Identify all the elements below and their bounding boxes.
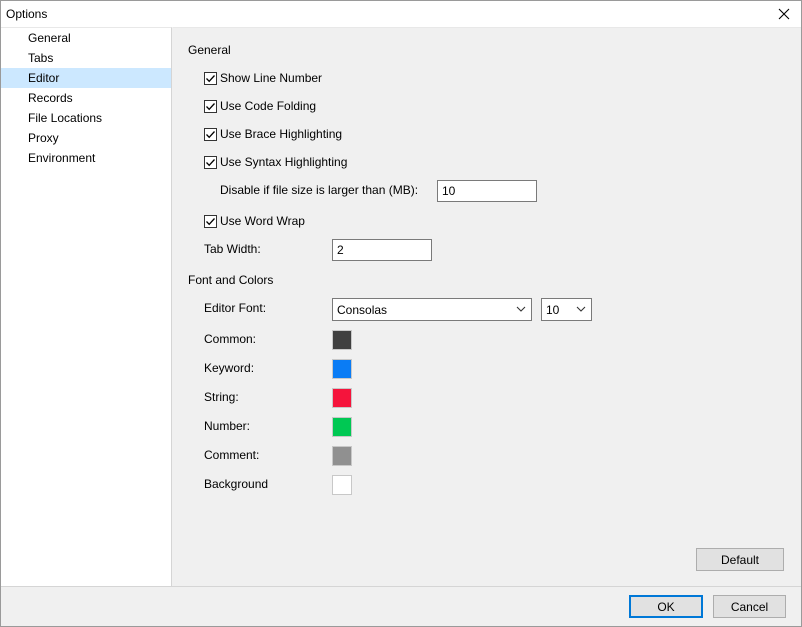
tab-width-field[interactable] — [332, 239, 432, 261]
comment-color-label: Comment: — [204, 448, 260, 462]
close-icon — [778, 8, 790, 20]
disable-size-label: Disable if file size is larger than (MB)… — [220, 183, 419, 197]
use-word-wrap-checkbox[interactable]: Use Word Wrap — [204, 214, 305, 228]
checkbox-box — [204, 155, 217, 169]
use-code-folding-checkbox[interactable]: Use Code Folding — [204, 99, 316, 113]
sidebar-item-label: Tabs — [28, 51, 54, 65]
disable-size-field[interactable] — [437, 180, 537, 202]
sidebar-item-proxy[interactable]: Proxy — [1, 128, 171, 148]
keyword-color-label: Keyword: — [204, 361, 255, 375]
font-size-select[interactable]: 10 — [541, 298, 592, 321]
check-icon — [206, 130, 215, 138]
keyword-color-swatch[interactable] — [332, 359, 352, 379]
options-window: Options General Tabs Editor Records File… — [0, 0, 802, 627]
sidebar-item-editor[interactable]: Editor — [1, 68, 171, 88]
background-color-swatch[interactable] — [332, 475, 352, 495]
string-color-swatch[interactable] — [332, 388, 352, 408]
check-icon — [206, 158, 215, 166]
common-color-label: Common: — [204, 332, 257, 346]
string-color-label: String: — [204, 390, 239, 404]
sidebar-item-general[interactable]: General — [1, 28, 171, 48]
font-size-value: 10 — [546, 302, 560, 317]
chevron-down-icon — [576, 306, 586, 312]
checkbox-label: Show Line Number — [220, 71, 323, 85]
sidebar-item-label: Editor — [28, 71, 60, 85]
window-title: Options — [6, 7, 48, 21]
sidebar-item-environment[interactable]: Environment — [1, 148, 171, 168]
sidebar: General Tabs Editor Records File Locatio… — [1, 27, 172, 586]
close-button[interactable] — [767, 1, 801, 27]
checkbox-label: Use Word Wrap — [220, 214, 305, 228]
default-button[interactable]: Default — [696, 548, 784, 571]
font-colors-heading: Font and Colors — [188, 273, 274, 287]
number-color-swatch[interactable] — [332, 417, 352, 437]
ok-button-label: OK — [657, 599, 675, 614]
check-icon — [206, 74, 215, 82]
check-icon — [206, 102, 215, 110]
number-color-label: Number: — [204, 419, 251, 433]
editor-font-value: Consolas — [337, 302, 388, 317]
default-button-label: Default — [720, 552, 760, 567]
sidebar-item-label: Proxy — [28, 131, 59, 145]
sidebar-item-tabs[interactable]: Tabs — [1, 48, 171, 68]
dialog-footer: OK Cancel — [1, 586, 801, 626]
sidebar-item-label: Records — [28, 91, 73, 105]
checkbox-box — [204, 71, 217, 85]
checkbox-label: Use Syntax Highlighting — [220, 155, 348, 169]
show-line-number-checkbox[interactable]: Show Line Number — [204, 71, 322, 85]
sidebar-item-label: General — [28, 31, 71, 45]
sidebar-item-label: File Locations — [28, 111, 103, 125]
checkbox-box — [204, 214, 217, 228]
sidebar-item-label: Environment — [28, 151, 96, 165]
check-icon — [206, 217, 215, 225]
editor-font-select[interactable]: Consolas — [332, 298, 532, 321]
cancel-button-label: Cancel — [730, 599, 769, 614]
checkbox-label: Use Brace Highlighting — [220, 127, 343, 141]
editor-settings-panel: General Show Line Number Use Code Foldin… — [173, 27, 801, 586]
checkbox-box — [204, 99, 217, 113]
sidebar-item-file-locations[interactable]: File Locations — [1, 108, 171, 128]
background-color-label: Background — [204, 477, 269, 491]
general-heading: General — [188, 43, 231, 57]
editor-font-label: Editor Font: — [204, 301, 267, 315]
comment-color-swatch[interactable] — [332, 446, 352, 466]
title-bar: Options — [1, 1, 801, 27]
checkbox-box — [204, 127, 217, 141]
checkbox-label: Use Code Folding — [220, 99, 317, 113]
common-color-swatch[interactable] — [332, 330, 352, 350]
use-syntax-highlighting-checkbox[interactable]: Use Syntax Highlighting — [204, 155, 347, 169]
chevron-down-icon — [516, 306, 526, 312]
cancel-button[interactable]: Cancel — [713, 595, 786, 618]
tab-width-label: Tab Width: — [204, 242, 261, 256]
use-brace-highlighting-checkbox[interactable]: Use Brace Highlighting — [204, 127, 342, 141]
ok-button[interactable]: OK — [629, 595, 703, 618]
sidebar-item-records[interactable]: Records — [1, 88, 171, 108]
